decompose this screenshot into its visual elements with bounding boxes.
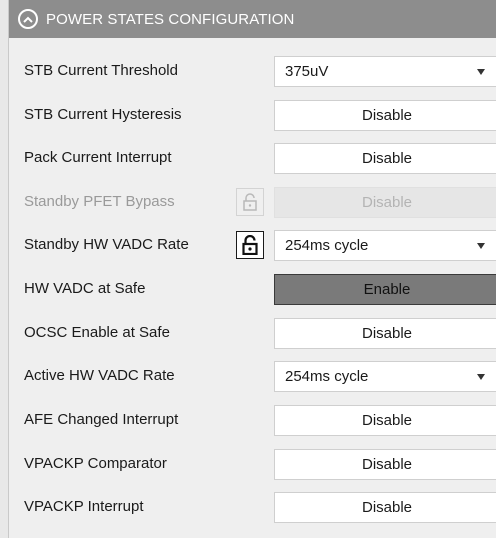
row-stb-current-hysteresis: STB Current Hysteresis Disable <box>9 97 496 133</box>
active-hw-vadc-rate-dropdown[interactable]: 254ms cycle <box>274 361 496 392</box>
dropdown-value: 375uV <box>285 63 329 80</box>
row-pack-current-interrupt: Pack Current Interrupt Disable <box>9 140 496 176</box>
row-label: HW VADC at Safe <box>24 280 146 297</box>
row-label: STB Current Threshold <box>24 62 178 79</box>
row-label: Active HW VADC Rate <box>24 367 175 384</box>
afe-changed-interrupt-button[interactable]: Disable <box>274 405 496 436</box>
standby-hw-vadc-rate-dropdown[interactable]: 254ms cycle <box>274 230 496 261</box>
dropdown-value: 254ms cycle <box>285 237 369 254</box>
row-label: Pack Current Interrupt <box>24 149 172 166</box>
standby-pfet-bypass-button: Disable <box>274 187 496 218</box>
row-active-hw-vadc-rate: Active HW VADC Rate 254ms cycle <box>9 358 496 394</box>
row-label: VPACKP Comparator <box>24 455 167 472</box>
row-ocsc-enable-at-safe: OCSC Enable at Safe Disable <box>9 315 496 351</box>
ocsc-enable-at-safe-button[interactable]: Disable <box>274 318 496 349</box>
caret-down-icon <box>477 374 485 380</box>
row-standby-hw-vadc-rate: Standby HW VADC Rate 254ms cycle <box>9 227 496 263</box>
row-label: Standby PFET Bypass <box>24 193 175 210</box>
row-label: STB Current Hysteresis <box>24 106 182 123</box>
vpackp-comparator-button[interactable]: Disable <box>274 449 496 480</box>
caret-down-icon <box>477 69 485 75</box>
section-title: POWER STATES CONFIGURATION <box>46 10 295 28</box>
hw-vadc-at-safe-button[interactable]: Enable <box>274 274 496 305</box>
pack-current-interrupt-button[interactable]: Disable <box>274 143 496 174</box>
power-states-panel: POWER STATES CONFIGURATION STB Current T… <box>8 0 496 538</box>
row-stb-current-threshold: STB Current Threshold 375uV <box>9 53 496 89</box>
stb-current-threshold-dropdown[interactable]: 375uV <box>274 56 496 87</box>
row-label: Standby HW VADC Rate <box>24 236 189 253</box>
row-label: OCSC Enable at Safe <box>24 324 170 341</box>
dropdown-value: 254ms cycle <box>285 368 369 385</box>
row-standby-pfet-bypass: Standby PFET Bypass Disable <box>9 184 496 220</box>
caret-down-icon <box>477 243 485 249</box>
vpackp-interrupt-button[interactable]: Disable <box>274 492 496 523</box>
stb-current-hysteresis-button[interactable]: Disable <box>274 100 496 131</box>
unlocked-padlock-icon[interactable] <box>236 188 264 216</box>
unlocked-padlock-icon[interactable] <box>236 231 264 259</box>
row-vpackp-comparator: VPACKP Comparator Disable <box>9 446 496 482</box>
chevron-up-circle-icon[interactable] <box>18 9 38 29</box>
row-label: AFE Changed Interrupt <box>24 411 179 428</box>
row-hw-vadc-at-safe: HW VADC at Safe Enable <box>9 271 496 307</box>
row-label: VPACKP Interrupt <box>24 498 144 515</box>
row-afe-changed-interrupt: AFE Changed Interrupt Disable <box>9 402 496 438</box>
row-vpackp-interrupt: VPACKP Interrupt Disable <box>9 489 496 525</box>
section-header[interactable]: POWER STATES CONFIGURATION <box>9 0 496 38</box>
